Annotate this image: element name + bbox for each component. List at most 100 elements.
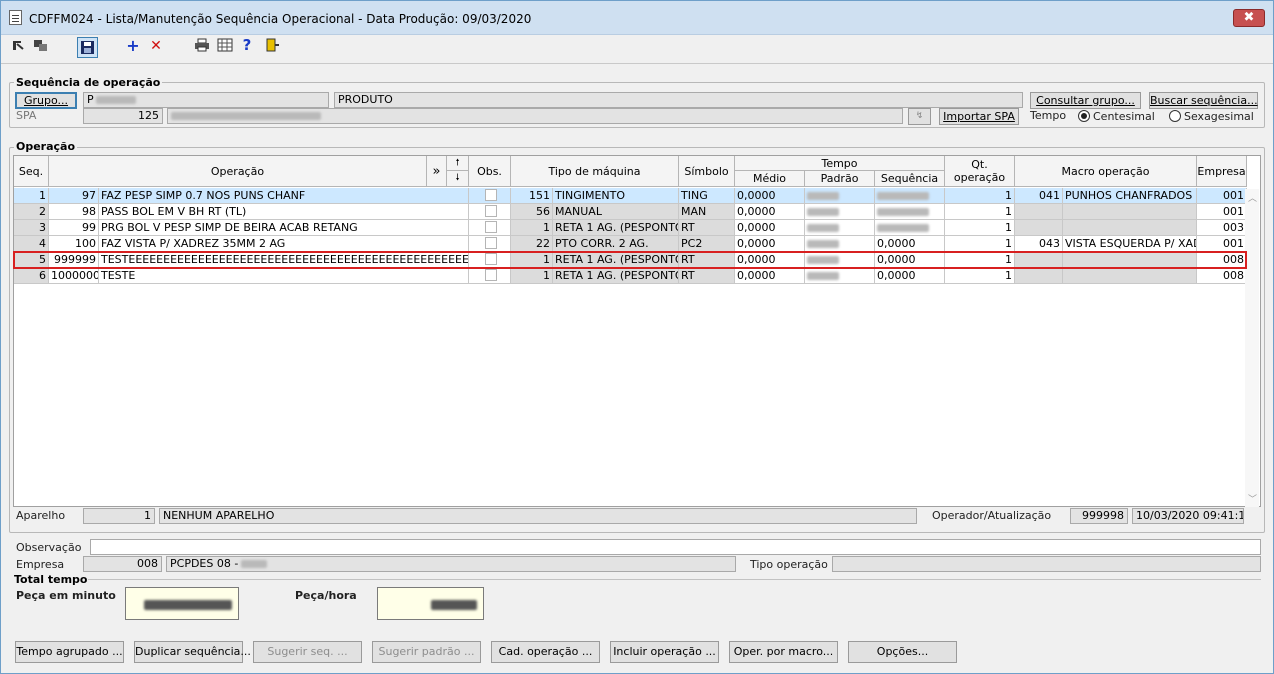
opcoes-button[interactable]: Opções...: [848, 641, 957, 663]
cell-macro-code[interactable]: 041: [1015, 188, 1063, 204]
cell-qt[interactable]: 1: [945, 220, 1015, 236]
cell-simbolo[interactable]: RT: [679, 220, 735, 236]
header-simbolo[interactable]: Símbolo: [679, 156, 735, 187]
cell-sequencia[interactable]: [875, 220, 945, 236]
cell-code[interactable]: 1000000: [49, 268, 99, 284]
header-more-columns-icon[interactable]: »: [427, 156, 447, 187]
cell-empresa[interactable]: 008: [1197, 268, 1247, 284]
cell-seq[interactable]: 6: [14, 268, 49, 284]
observacao-field[interactable]: [90, 539, 1261, 555]
cell-empresa[interactable]: 001: [1197, 188, 1247, 204]
cell-code[interactable]: 99: [49, 220, 99, 236]
scroll-up-icon[interactable]: ︿: [1248, 191, 1257, 204]
cell-tipo-code[interactable]: 56: [511, 204, 553, 220]
cell-padrao[interactable]: [805, 268, 875, 284]
cell-tipo[interactable]: RETA 1 AG. (PESPONTO SIMPLES): [553, 220, 679, 236]
header-operacao[interactable]: Operação: [49, 156, 427, 187]
cell-macro[interactable]: PUNHOS CHANFRADOS PE: [1063, 188, 1197, 204]
cell-qt[interactable]: 1: [945, 268, 1015, 284]
header-obs[interactable]: Obs.: [469, 156, 511, 187]
obs-checkbox[interactable]: [485, 205, 497, 217]
cell-medio[interactable]: 0,0000: [735, 236, 805, 252]
header-sequencia[interactable]: Sequência: [875, 171, 945, 187]
header-tipo-maquina[interactable]: Tipo de máquina: [511, 156, 679, 187]
incluir-operacao-button[interactable]: Incluir operação ...: [610, 641, 719, 663]
cell-desc[interactable]: PRG BOL V PESP SIMP DE BEIRA ACAB RETANG: [99, 220, 469, 236]
table-row[interactable]: 2 98 PASS BOL EM V BH RT (TL) 56 MANUAL MAN 0,…: [14, 204, 1247, 220]
centesimal-label[interactable]: Centesimal: [1093, 110, 1155, 123]
sexagesimal-radio[interactable]: [1169, 110, 1181, 122]
navigate-left-icon[interactable]: [11, 38, 25, 54]
cell-desc[interactable]: PASS BOL EM V BH RT (TL): [99, 204, 469, 220]
cell-macro-code[interactable]: [1015, 220, 1063, 236]
tempo-agrupado-button[interactable]: Tempo agrupado ...: [15, 641, 124, 663]
cell-code[interactable]: 98: [49, 204, 99, 220]
header-padrao[interactable]: Padrão: [805, 171, 875, 187]
cell-padrao[interactable]: [805, 188, 875, 204]
cell-code[interactable]: 100: [49, 236, 99, 252]
close-button[interactable]: ✖: [1233, 9, 1265, 27]
spa-lookup-button[interactable]: ↯: [908, 108, 931, 125]
cell-desc[interactable]: FAZ VISTA P/ XADREZ 35MM 2 AG: [99, 236, 469, 252]
consultar-grupo-button[interactable]: Consultar grupo...: [1030, 92, 1141, 109]
cell-padrao[interactable]: [805, 204, 875, 220]
cell-macro-code[interactable]: 043: [1015, 236, 1063, 252]
sugerir-seq-button[interactable]: Sugerir seq. ...: [253, 641, 362, 663]
oper-por-macro-button[interactable]: Oper. por macro...: [729, 641, 838, 663]
cell-tipo[interactable]: RETA 1 AG. (PESPONTO SIMPLES): [553, 268, 679, 284]
cell-simbolo[interactable]: MAN: [679, 204, 735, 220]
cell-padrao[interactable]: [805, 236, 875, 252]
exit-icon[interactable]: [264, 38, 280, 54]
print-icon[interactable]: [194, 38, 210, 54]
cell-seq[interactable]: 2: [14, 204, 49, 220]
save-icon[interactable]: [77, 37, 98, 58]
cell-tipo-code[interactable]: 22: [511, 236, 553, 252]
cell-tipo[interactable]: MANUAL: [553, 204, 679, 220]
cell-seq[interactable]: 3: [14, 220, 49, 236]
buscar-sequencia-button[interactable]: Buscar sequência...: [1149, 92, 1258, 109]
cell-tipo[interactable]: PTO CORR. 2 AG.: [553, 236, 679, 252]
add-icon[interactable]: +: [126, 38, 140, 54]
cell-macro[interactable]: [1063, 204, 1197, 220]
table-row[interactable]: 3 99 PRG BOL V PESP SIMP DE BEIRA ACAB RET…: [14, 220, 1247, 236]
cell-code[interactable]: 97: [49, 188, 99, 204]
centesimal-radio[interactable]: [1078, 110, 1090, 122]
obs-checkbox[interactable]: [485, 221, 497, 233]
sugerir-padrao-button[interactable]: Sugerir padrão ...: [372, 641, 481, 663]
header-medio[interactable]: Médio: [735, 171, 805, 187]
vertical-scrollbar[interactable]: ︿ ﹀: [1245, 189, 1259, 507]
cell-simbolo[interactable]: TING: [679, 188, 735, 204]
cell-simbolo[interactable]: PC2: [679, 236, 735, 252]
cad-operacao-button[interactable]: Cad. operação ...: [491, 641, 600, 663]
cell-medio[interactable]: 0,0000: [735, 204, 805, 220]
cell-desc[interactable]: TESTE: [99, 268, 469, 284]
navigate-right-icon[interactable]: [33, 38, 49, 54]
cell-medio[interactable]: 0,0000: [735, 220, 805, 236]
cell-medio[interactable]: 0,0000: [735, 268, 805, 284]
cell-qt[interactable]: 1: [945, 188, 1015, 204]
grupo-button[interactable]: Grupo...: [15, 92, 77, 109]
cell-macro[interactable]: VISTA ESQUERDA P/ XADREZ: [1063, 236, 1197, 252]
cell-tipo-code[interactable]: 1: [511, 268, 553, 284]
help-icon[interactable]: ?: [241, 37, 253, 53]
cell-medio[interactable]: 0,0000: [735, 188, 805, 204]
cell-qt[interactable]: 1: [945, 204, 1015, 220]
cell-padrao[interactable]: [805, 220, 875, 236]
cell-tipo-code[interactable]: 151: [511, 188, 553, 204]
move-up-icon[interactable]: 🠕: [447, 156, 469, 171]
cell-macro[interactable]: [1063, 220, 1197, 236]
cell-sequencia[interactable]: [875, 188, 945, 204]
header-empresa[interactable]: Empresa: [1197, 156, 1247, 187]
duplicar-sequencia-button[interactable]: Duplicar sequência...: [134, 641, 251, 663]
header-macro-operacao[interactable]: Macro operação: [1015, 156, 1197, 187]
obs-checkbox[interactable]: [485, 269, 497, 281]
delete-icon[interactable]: ✕: [149, 38, 163, 54]
obs-checkbox[interactable]: [485, 237, 497, 249]
cell-sequencia[interactable]: 0,0000: [875, 268, 945, 284]
move-down-icon[interactable]: 🠗: [447, 171, 469, 187]
cell-desc[interactable]: FAZ PESP SIMP 0.7 NOS PUNS CHANF: [99, 188, 469, 204]
header-qt-operacao[interactable]: Qt. operação: [945, 156, 1015, 187]
table-row[interactable]: 4 100 FAZ VISTA P/ XADREZ 35MM 2 AG 22 PTO C…: [14, 236, 1247, 252]
cell-seq[interactable]: 1: [14, 188, 49, 204]
cell-empresa[interactable]: 001: [1197, 204, 1247, 220]
